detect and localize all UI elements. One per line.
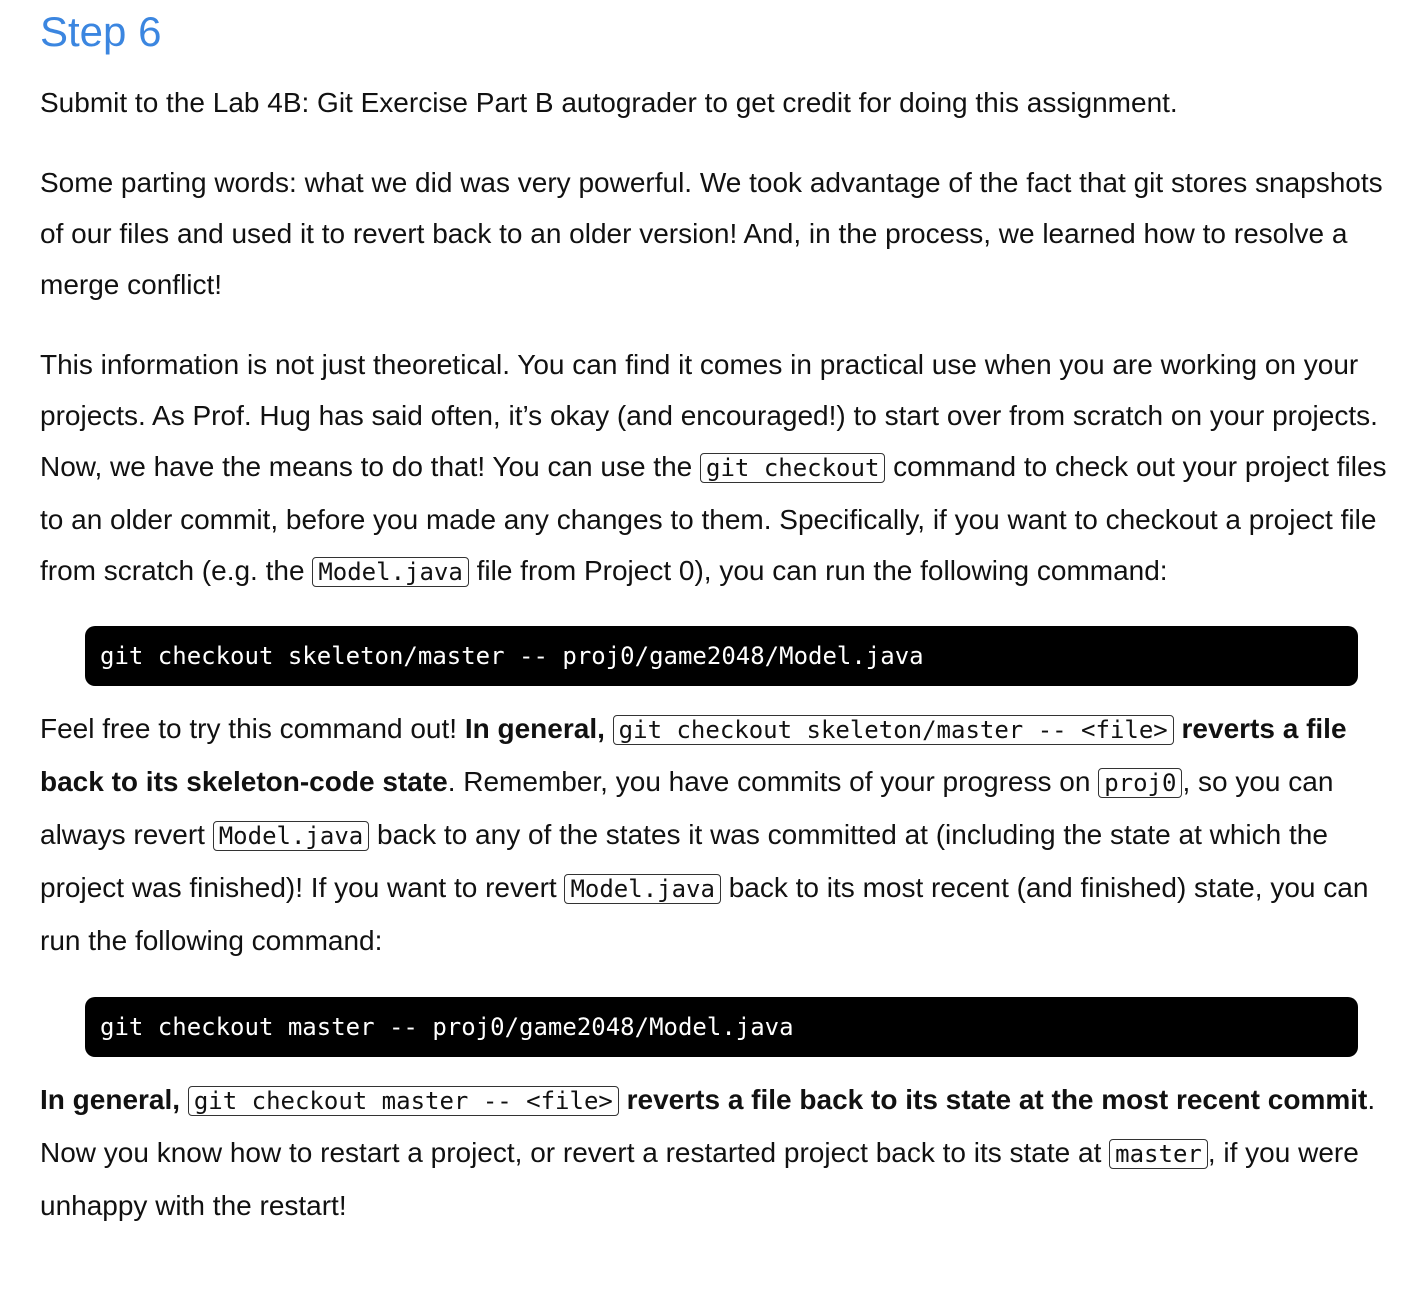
paragraph-text: Feel free to try this command out! bbox=[40, 713, 465, 744]
paragraph-text: Some parting words: what we did was very… bbox=[40, 167, 1383, 300]
general-revert-paragraph: Feel free to try this command out! In ge… bbox=[40, 703, 1390, 966]
inline-code-master: master bbox=[1109, 1139, 1208, 1169]
code-block-skeleton-checkout[interactable]: git checkout skeleton/master -- proj0/ga… bbox=[85, 626, 1358, 686]
document-page: Step 6 Submit to the Lab 4B: Git Exercis… bbox=[0, 0, 1420, 1295]
inline-code-proj0: proj0 bbox=[1098, 768, 1183, 798]
step-heading: Step 6 bbox=[40, 8, 162, 55]
bold-text: In general, bbox=[464, 713, 613, 744]
inline-code-model-java: Model.java bbox=[312, 557, 469, 587]
bold-text: reverts a file back to its state at the … bbox=[618, 1084, 1368, 1115]
inline-code-model-java: Model.java bbox=[564, 874, 721, 904]
inline-code-model-java: Model.java bbox=[212, 821, 370, 851]
submit-paragraph: Submit to the Lab 4B: Git Exercise Part … bbox=[40, 77, 1390, 128]
parting-words-paragraph: Some parting words: what we did was very… bbox=[40, 157, 1390, 310]
bold-text: In general, bbox=[40, 1084, 188, 1115]
paragraph-text: file from Project 0), you can run the fo… bbox=[468, 555, 1168, 586]
code-block-master-checkout[interactable]: git checkout master -- proj0/game2048/Mo… bbox=[85, 997, 1358, 1057]
inline-code-git-checkout: git checkout bbox=[700, 453, 886, 483]
information-paragraph: This information is not just theoretical… bbox=[40, 339, 1390, 598]
inline-code-skeleton-checkout-file: git checkout skeleton/master -- <file> bbox=[612, 715, 1174, 745]
paragraph-text: . Remember, you have commits of your pro… bbox=[447, 766, 1099, 797]
general-master-paragraph: In general, git checkout master -- <file… bbox=[40, 1074, 1390, 1231]
paragraph-text: Submit to the Lab 4B: Git Exercise Part … bbox=[40, 87, 1178, 118]
inline-code-master-checkout-file: git checkout master -- <file> bbox=[187, 1086, 619, 1116]
